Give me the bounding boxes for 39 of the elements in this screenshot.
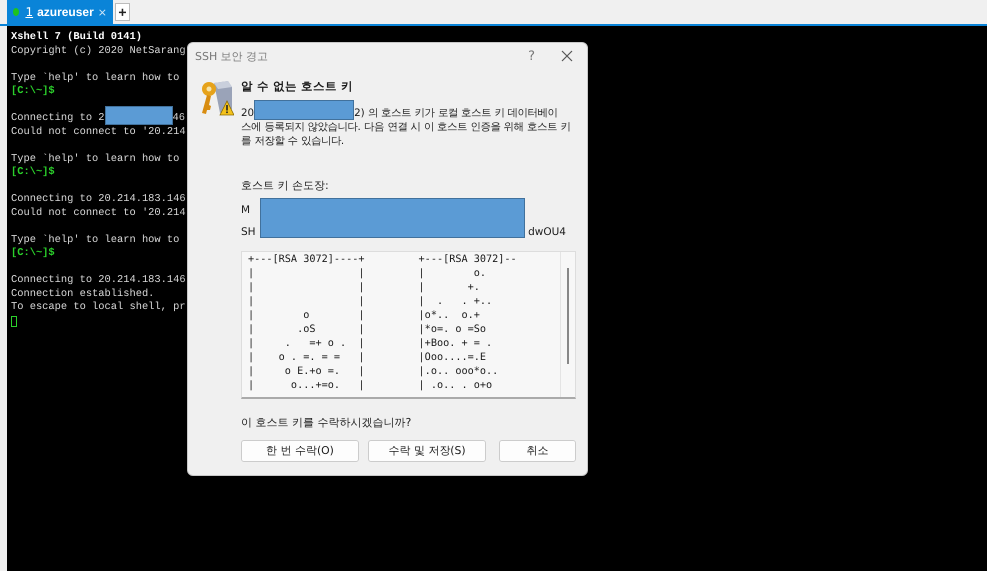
terminal-line: Connecting to 20.214.183.146	[11, 193, 186, 206]
dialog-button[interactable]: 한 번 수락(O)	[241, 440, 359, 462]
terminal-line: Could not connect to '20.214	[11, 126, 186, 139]
dialog-button[interactable]: 취소	[499, 440, 576, 462]
tab-label: azureuser	[37, 5, 94, 19]
shell-prompt: [C:\~]$	[11, 85, 55, 98]
redaction-block	[104, 106, 173, 125]
terminal-line: Could not connect to '20.214	[11, 206, 186, 220]
terminal-line: Xshell 7 (Build 0141)	[11, 31, 142, 44]
shell-prompt: [C:\~]$	[11, 247, 55, 260]
fingerprint-text: M	[241, 203, 250, 218]
terminal-line: Type `help' to learn how to	[11, 152, 180, 166]
message-text: 2) 의 호스트 키가 로컬 호스트 키 데이터베이	[354, 106, 558, 120]
session-tab[interactable]: 1 azureuser ×	[7, 0, 113, 24]
terminal-line: Type `help' to learn how to	[11, 234, 180, 247]
terminal-line: Connection established.	[11, 288, 154, 301]
window-title: SSH 보안 경고	[195, 48, 268, 64]
terminal-line: Connecting to 20.214.183.146	[11, 274, 186, 288]
new-tab-button[interactable]: +	[115, 3, 130, 21]
terminal-line: 46	[172, 112, 186, 126]
dialog-heading: 알 수 없는 호스트 키	[241, 79, 354, 94]
message-text: 스에 등록되지 않았습니다. 다음 연결 시 이 호스트 인증을 위해 호스트 키를 저장할 수 있습니다.	[241, 120, 572, 148]
shell-prompt: [C:\~]$	[11, 166, 55, 180]
terminal-line: Connecting to 2	[11, 112, 105, 126]
terminal-line: Copyright (c) 2020 NetSarang	[11, 44, 186, 58]
message-text: 20	[241, 106, 254, 120]
close-icon[interactable]	[561, 50, 573, 62]
randomart-text: +---[RSA 3072]-- | o. | +. | . . +.. |o*.. o.+ |*o=. o =So |+Boo. + = . |Ooo....=.E |.o.. ooo*o.. | .o.. . o+o	[418, 253, 517, 393]
fingerprint-text: dwOU4	[528, 225, 566, 240]
text-cursor	[11, 316, 17, 326]
tab-number: 1	[25, 5, 34, 19]
fingerprint-text: SH	[241, 225, 256, 240]
dialog-button[interactable]: 수락 및 저장(S)	[368, 440, 486, 462]
question-text: 이 호스트 키를 수락하시겠습니까?	[241, 415, 412, 430]
terminal-line: Type `help' to learn how to	[11, 72, 180, 85]
terminal-line: To escape to local shell, pr	[11, 301, 186, 314]
fingerprint-label: 호스트 키 손도장:	[241, 178, 330, 193]
randomart-text: +---[RSA 3072]----+ | | | | | | | o | | .oS | | . =+ o . | | o . =. = = | | o E.+o =. | | o...+=o. |	[248, 253, 365, 393]
help-button[interactable]: ?	[528, 48, 535, 64]
